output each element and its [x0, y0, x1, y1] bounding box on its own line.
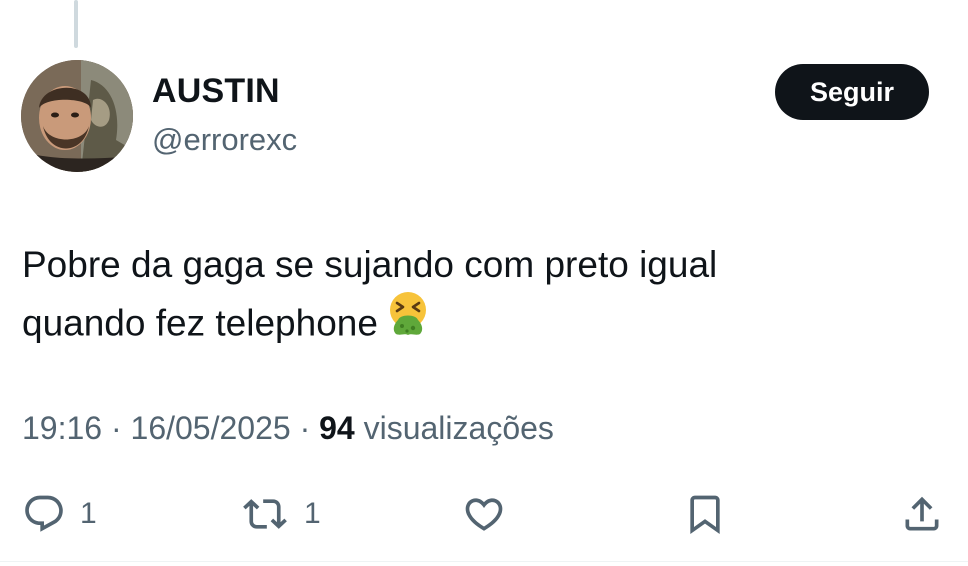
share-icon	[905, 496, 939, 531]
author-display-name[interactable]: AUSTIN	[152, 72, 280, 111]
tweet-action-bar: 1 1	[0, 484, 968, 544]
bookmark-button[interactable]	[683, 484, 727, 544]
tweet-text-line-2: quando fez telephone	[22, 292, 922, 357]
tweet-text: Pobre da gaga se sujando com preto igual…	[22, 236, 922, 357]
tweet-bottom-divider	[0, 561, 968, 562]
follow-button[interactable]: Seguir	[775, 64, 929, 120]
tweet-text-line-2-text: quando fez telephone	[22, 302, 378, 344]
repost-icon	[243, 499, 287, 529]
reply-button[interactable]: 1	[22, 484, 97, 544]
reply-icon	[25, 495, 63, 532]
meta-separator-2: ·	[290, 410, 320, 446]
views-label: visualizações	[363, 410, 554, 446]
face-vomiting-emoji-icon	[386, 290, 430, 353]
avatar-photo	[21, 60, 133, 172]
meta-separator-1: ·	[102, 410, 131, 446]
reply-count: 1	[80, 497, 97, 530]
repost-button[interactable]: 1	[240, 484, 321, 544]
tweet-text-line-1: Pobre da gaga se sujando com preto igual	[22, 244, 718, 285]
thread-connector-line	[74, 0, 78, 48]
views-count: 94	[319, 410, 355, 446]
repost-count: 1	[304, 497, 321, 530]
tweet-meta: 19:16 · 16/05/2025 · 94 visualizações	[22, 410, 554, 447]
heart-icon	[465, 498, 503, 531]
share-button[interactable]	[900, 484, 944, 544]
bookmark-icon	[690, 495, 720, 535]
like-button[interactable]	[462, 484, 520, 544]
avatar[interactable]	[21, 60, 133, 172]
tweet-date[interactable]: 16/05/2025	[131, 410, 291, 446]
tweet-time[interactable]: 19:16	[22, 410, 102, 446]
author-handle[interactable]: @errorexc	[152, 122, 297, 158]
